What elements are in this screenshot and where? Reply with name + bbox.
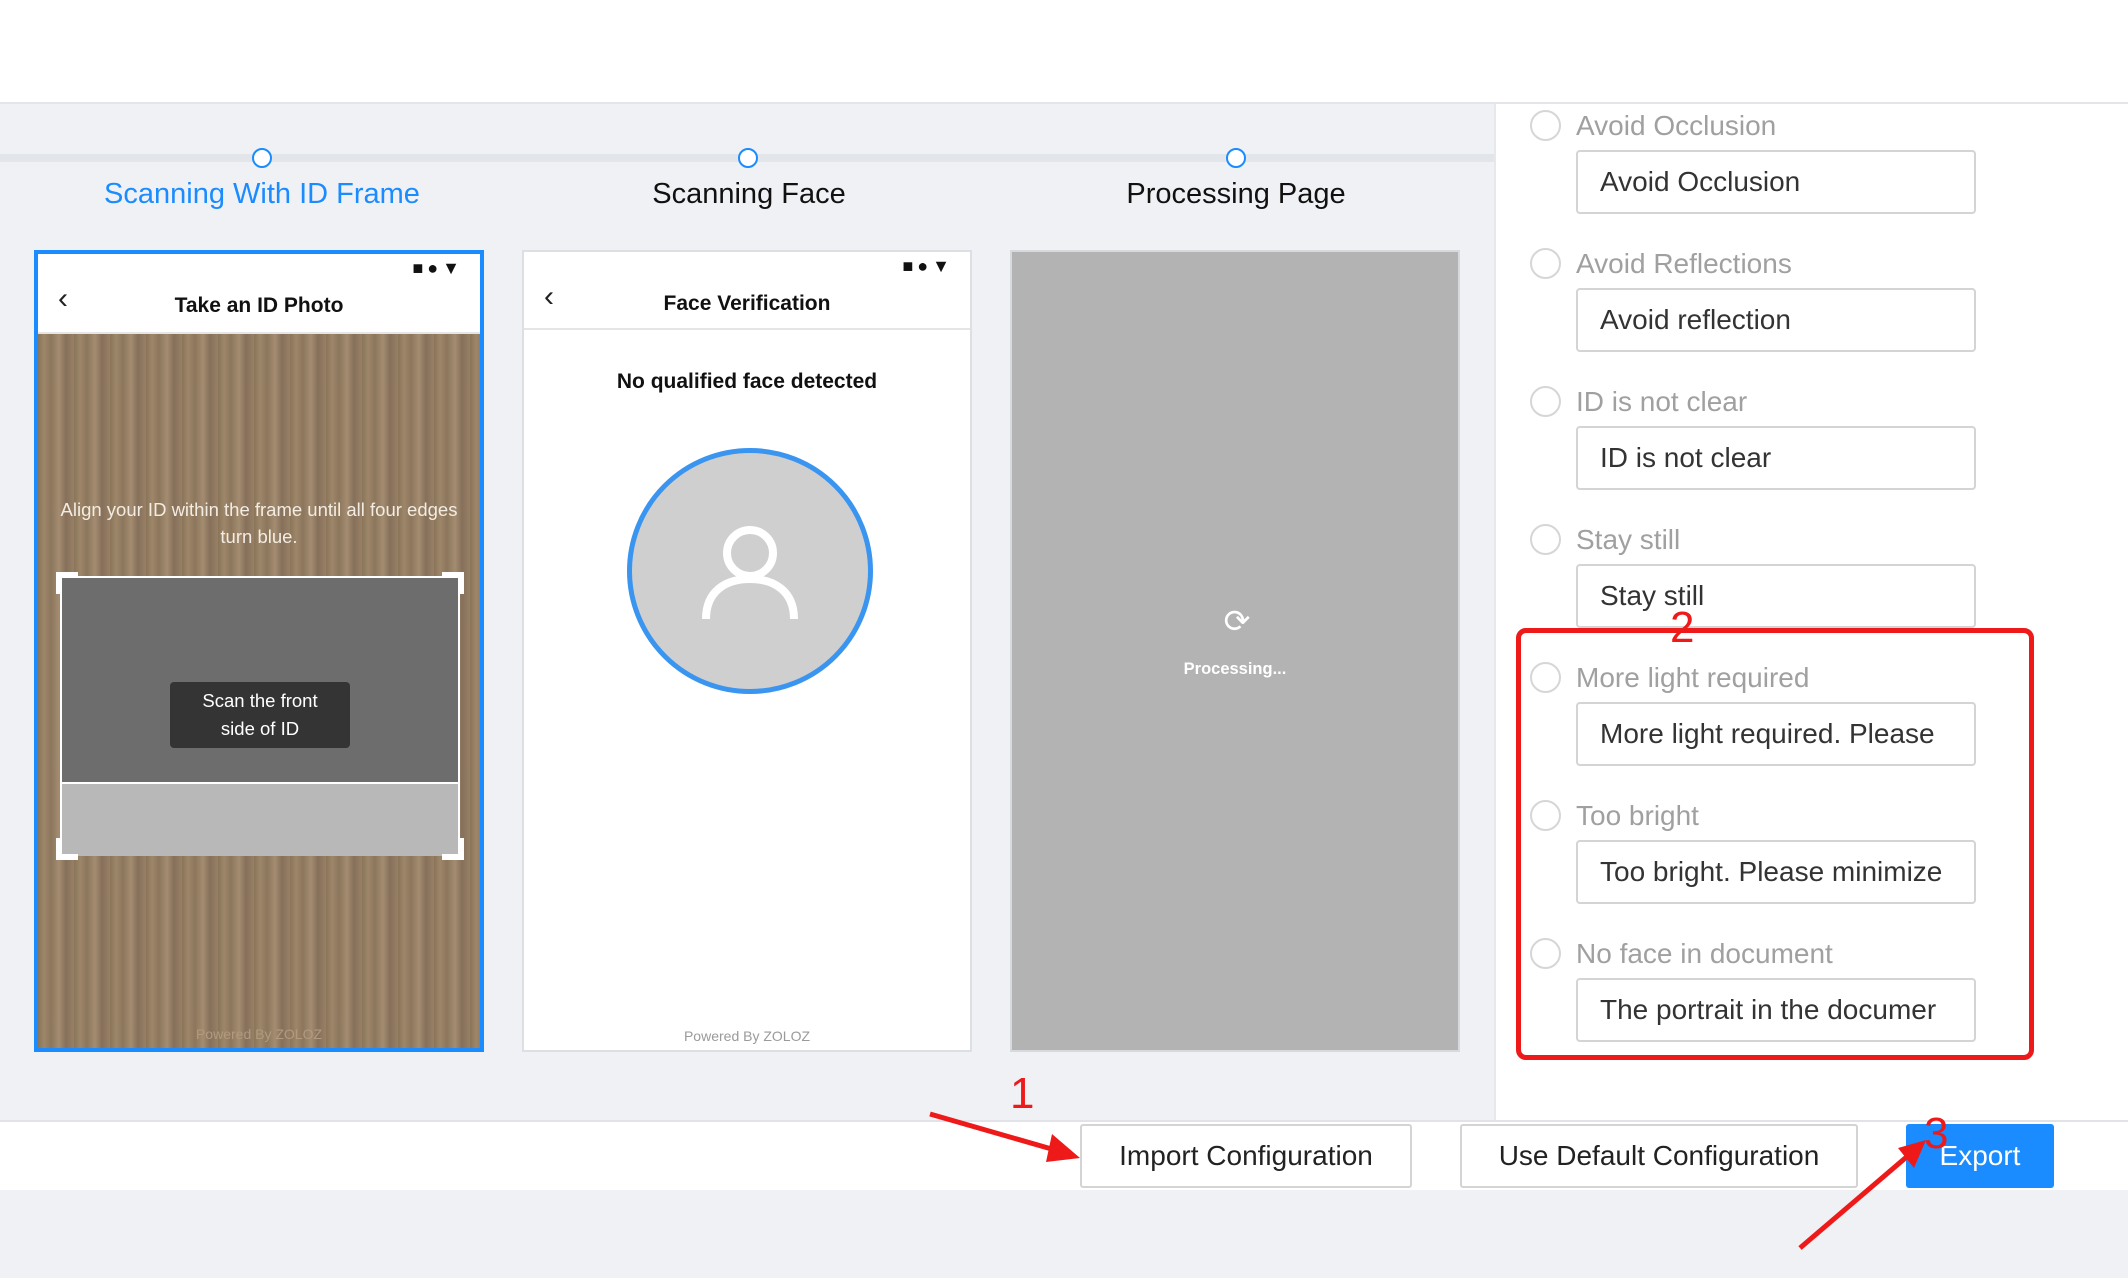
status-bar-icons: ■●▼ xyxy=(412,258,464,278)
scan-tip: Scan the front side of ID xyxy=(170,682,350,748)
annotation-number-2: 2 xyxy=(1670,603,1695,652)
step-dot-face[interactable] xyxy=(738,148,758,168)
face-circle xyxy=(627,448,873,694)
option-label: ID is not clear xyxy=(1576,386,1748,417)
scan-tip-line2: side of ID xyxy=(220,718,300,739)
annotation-highlight-box xyxy=(1516,628,2034,1060)
phone-header: ■●▼ ‹ Face Verification xyxy=(524,252,970,330)
frame-light-area xyxy=(62,782,458,856)
powered-by: Powered By ZOLOZ xyxy=(683,1028,811,1044)
option-text-input[interactable] xyxy=(1576,564,1976,628)
frame-dark-area xyxy=(62,578,458,782)
powered-by: Powered By ZOLOZ xyxy=(195,1026,323,1042)
option-radio[interactable] xyxy=(1530,110,1561,141)
option-text-input[interactable] xyxy=(1576,288,1976,352)
wood-background: Align your ID within the frame until all… xyxy=(38,334,480,1048)
id-scan-frame: Scan the front side of ID xyxy=(56,572,464,860)
frame-corner xyxy=(56,838,78,860)
import-configuration-button[interactable]: Import Configuration xyxy=(1080,1124,1412,1188)
frame-corner xyxy=(56,572,78,594)
option-text-input[interactable] xyxy=(1576,150,1976,214)
frame-corner xyxy=(442,838,464,860)
option-radio[interactable] xyxy=(1530,248,1561,279)
status-bar-icons: ■●▼ xyxy=(902,256,954,276)
id-photo-preview[interactable]: ■●▼ ‹ Take an ID Photo Align your ID wit… xyxy=(34,250,484,1052)
step-dot-processing[interactable] xyxy=(1226,148,1246,168)
processing-text: Processing... xyxy=(1183,660,1287,678)
person-icon xyxy=(702,526,798,620)
scan-tip-line1: Scan the front xyxy=(202,690,318,711)
annotation-number-3: 3 xyxy=(1924,1109,1949,1158)
option-text-input[interactable] xyxy=(1576,426,1976,490)
phone-title: Take an ID Photo xyxy=(174,294,344,317)
option-label: Avoid Occlusion xyxy=(1576,110,1777,141)
face-message: No qualified face detected xyxy=(616,370,878,393)
option-radio[interactable] xyxy=(1530,386,1561,417)
top-bar xyxy=(0,0,2128,104)
processing-preview[interactable]: ⟳ Processing... xyxy=(1010,250,1460,1052)
use-default-configuration-button[interactable]: Use Default Configuration xyxy=(1460,1124,1858,1188)
phone-title: Face Verification xyxy=(663,292,831,315)
step-label-processing[interactable]: Processing Page xyxy=(1036,178,1436,211)
annotation-number-1: 1 xyxy=(1010,1069,1035,1118)
refresh-icon: ⟳ xyxy=(1223,603,1251,639)
step-dot-id-frame[interactable] xyxy=(252,148,272,168)
option-label: Stay still xyxy=(1576,524,1681,555)
face-verification-preview[interactable]: ■●▼ ‹ Face Verification No qualified fac… xyxy=(522,250,972,1052)
frame-corner xyxy=(442,572,464,594)
phone-header: ■●▼ ‹ Take an ID Photo xyxy=(38,254,480,334)
option-radio[interactable] xyxy=(1530,524,1561,555)
step-label-face[interactable]: Scanning Face xyxy=(549,178,949,211)
step-label-id-frame[interactable]: Scanning With ID Frame xyxy=(62,178,462,211)
option-label: Avoid Reflections xyxy=(1576,248,1792,279)
align-instruction: Align your ID within the frame until all… xyxy=(60,499,458,547)
